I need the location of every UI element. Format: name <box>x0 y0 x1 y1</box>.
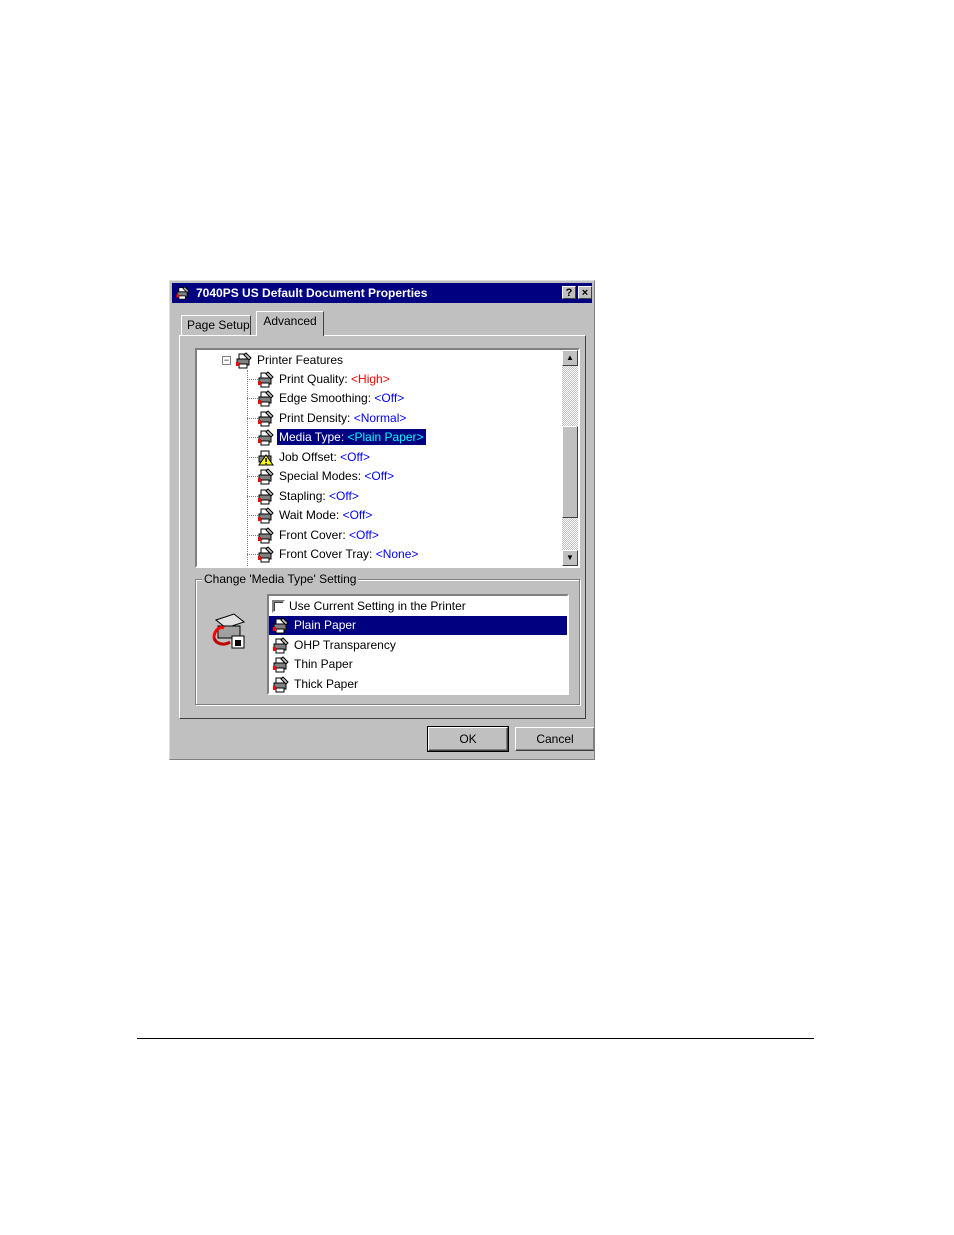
list-item-label: Thick Paper <box>294 677 359 691</box>
group-label: Change 'Media Type' Setting <box>202 572 359 586</box>
tree-item-value: <Off> <box>340 450 370 464</box>
tree-item-media-type[interactable]: Media Type: <Plain Paper> <box>257 428 427 448</box>
ok-button[interactable]: OK <box>427 726 509 752</box>
printer-settings-icon <box>257 371 275 388</box>
tree-scrollbar[interactable]: ▲ ▼ <box>562 350 578 566</box>
tree-item-label: Print Quality: <box>279 372 352 386</box>
list-item-thick-paper[interactable]: Thick Paper <box>269 675 567 694</box>
tree-item-front-cover-tray[interactable]: Front Cover Tray: <None> <box>257 546 420 565</box>
list-item-label: Plain Paper <box>294 618 357 632</box>
printer-settings-icon <box>272 676 290 693</box>
list-item-label: Thin Paper <box>294 657 353 671</box>
tree-item-print-quality[interactable]: Print Quality: <High> <box>257 371 392 390</box>
scroll-up-button[interactable]: ▲ <box>562 350 578 366</box>
printer-settings-icon <box>272 637 290 654</box>
scroll-thumb[interactable] <box>562 426 578 518</box>
tree-item-job-offset[interactable]: Job Offset: <Off> <box>257 449 372 468</box>
tree-item-value: <Off> <box>374 391 405 405</box>
printer-settings-icon <box>257 390 275 407</box>
printer-settings-icon <box>257 488 275 505</box>
tree-item-print-density[interactable]: Print Density: <Normal> <box>257 410 408 429</box>
tree-item-value: <High> <box>351 372 390 386</box>
printer-setting-change-icon <box>212 613 246 649</box>
tree-root-printer-features[interactable]: Printer Features <box>235 352 345 370</box>
change-setting-group: Change 'Media Type' Setting Use Current … <box>195 572 580 705</box>
tree-item-label: Media Type: <box>279 430 348 444</box>
cancel-button[interactable]: Cancel <box>515 727 594 751</box>
title-bar[interactable]: 7040PS US Default Document Properties ? … <box>172 283 592 303</box>
printer-settings-icon <box>257 507 275 524</box>
document-properties-dialog: 7040PS US Default Document Properties ? … <box>169 280 595 760</box>
media-type-listbox[interactable]: Use Current Setting in the Printer Plain… <box>267 594 569 695</box>
list-item-thin-paper[interactable]: Thin Paper <box>269 655 567 674</box>
printer-settings-icon <box>272 656 290 673</box>
tree-item-value: <None> <box>375 547 419 561</box>
tree-item-label: Wait Mode: <box>279 508 343 522</box>
help-button[interactable]: ? <box>562 286 576 299</box>
tree-item-value: <Off> <box>349 528 379 542</box>
printer-settings-icon <box>257 429 275 446</box>
tree-item-label: Print Density: <box>279 411 354 425</box>
page-divider <box>137 1038 814 1039</box>
collapse-toggle[interactable]: − <box>222 356 231 365</box>
list-item-label: OHP Transparency <box>294 638 396 652</box>
tree-root-label: Printer Features <box>257 352 344 367</box>
printer-settings-icon <box>257 468 275 485</box>
printer-settings-icon <box>257 527 275 544</box>
tree-item-value: <Off> <box>342 508 373 522</box>
tree-item-label: Job Offset: <box>279 450 341 464</box>
tree-item-label: Special Modes: <box>279 469 365 483</box>
dialog-title: 7040PS US Default Document Properties <box>196 286 428 300</box>
list-item-use-current[interactable]: Use Current Setting in the Printer <box>269 597 567 616</box>
use-current-checkbox[interactable] <box>272 600 285 614</box>
tree-item-edge-smoothing[interactable]: Edge Smoothing: <Off> <box>257 390 406 409</box>
tree-item-label: Front Cover Tray: <box>279 547 376 561</box>
tab-page-setup[interactable]: Page Setup <box>181 315 251 335</box>
printer-settings-icon <box>257 546 275 563</box>
close-button[interactable]: × <box>578 286 592 299</box>
warning-icon <box>257 449 275 466</box>
list-item-label: Use Current Setting in the Printer <box>289 599 466 613</box>
tree-item-label: Front Cover: <box>279 528 350 542</box>
list-item-plain-paper[interactable]: Plain Paper <box>269 616 567 635</box>
tab-advanced[interactable]: Advanced <box>256 311 324 336</box>
printer-settings-icon <box>257 410 275 427</box>
tree-item-value: <Plain Paper> <box>347 430 424 444</box>
tree-item-value: <Normal> <box>353 411 407 425</box>
tree-item-value: <Off> <box>364 469 395 483</box>
tree-connector <box>247 370 248 566</box>
list-item-ohp-transparency[interactable]: OHP Transparency <box>269 636 567 655</box>
tree-item-front-cover[interactable]: Front Cover: <Off> <box>257 527 381 546</box>
tree-item-label: Edge Smoothing: <box>279 391 375 405</box>
scroll-down-button[interactable]: ▼ <box>562 550 578 566</box>
tree-item-value: <Off> <box>329 489 359 503</box>
tree-item-wait-mode[interactable]: Wait Mode: <Off> <box>257 507 374 526</box>
printer-icon <box>175 286 191 300</box>
tree-item-stapling[interactable]: Stapling: <Off> <box>257 488 361 507</box>
tree-item-special-modes[interactable]: Special Modes: <Off> <box>257 468 396 487</box>
printer-icon <box>235 352 253 369</box>
tree-item-label: Stapling: <box>279 489 330 503</box>
printer-settings-icon <box>272 617 290 634</box>
features-tree[interactable]: − Printer Features Print Quality: <High>… <box>195 348 580 568</box>
